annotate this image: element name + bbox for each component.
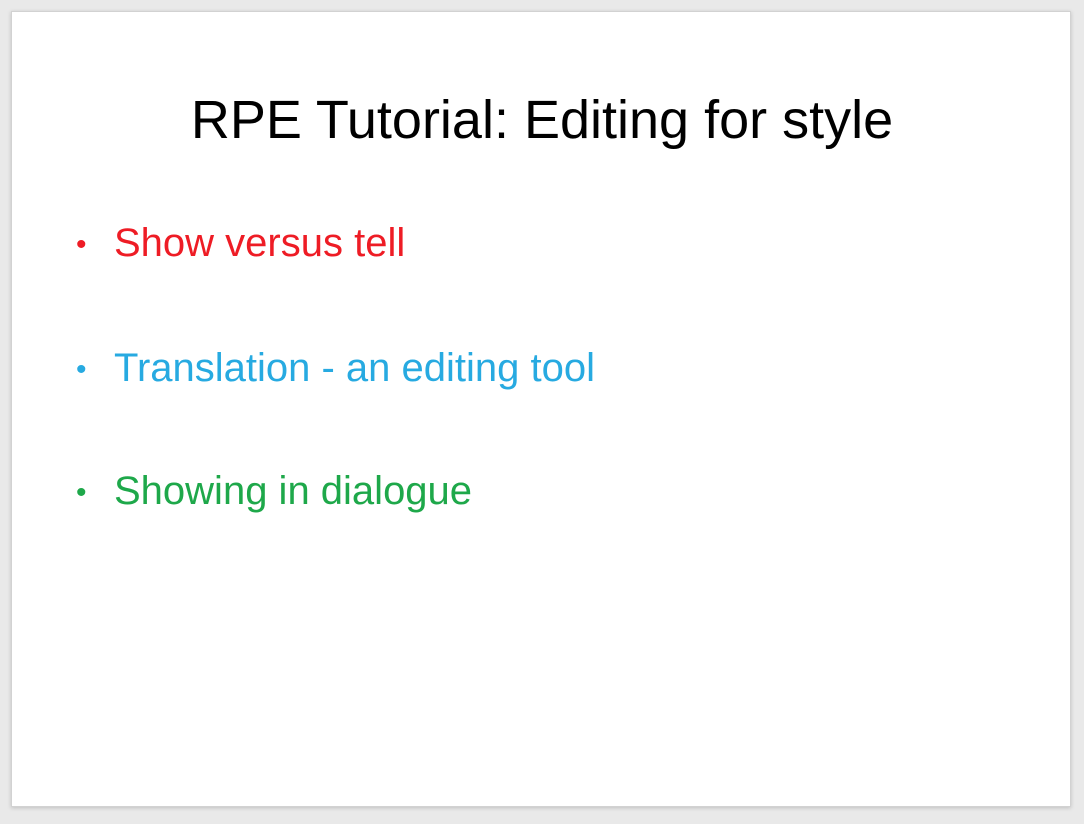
bullet-text: Show versus tell xyxy=(114,221,406,265)
bullet-item-showing-in-dialogue[interactable]: • Showing in dialogue xyxy=(76,466,472,518)
slide[interactable]: RPE Tutorial: Editing for style • Show ve… xyxy=(11,11,1071,807)
bullet-item-show-versus-tell[interactable]: • Show versus tell xyxy=(76,218,405,270)
bullet-text: Translation - an editing tool xyxy=(114,346,596,390)
bullet-item-translation[interactable]: • Translation - an editing tool xyxy=(76,343,595,395)
bullet-marker: • xyxy=(76,476,87,509)
bullet-marker: • xyxy=(76,228,87,261)
slide-canvas: RPE Tutorial: Editing for style • Show ve… xyxy=(0,0,1084,824)
slide-title[interactable]: RPE Tutorial: Editing for style xyxy=(12,88,1072,152)
bullet-marker: • xyxy=(76,353,87,386)
bullet-text: Showing in dialogue xyxy=(114,469,473,513)
